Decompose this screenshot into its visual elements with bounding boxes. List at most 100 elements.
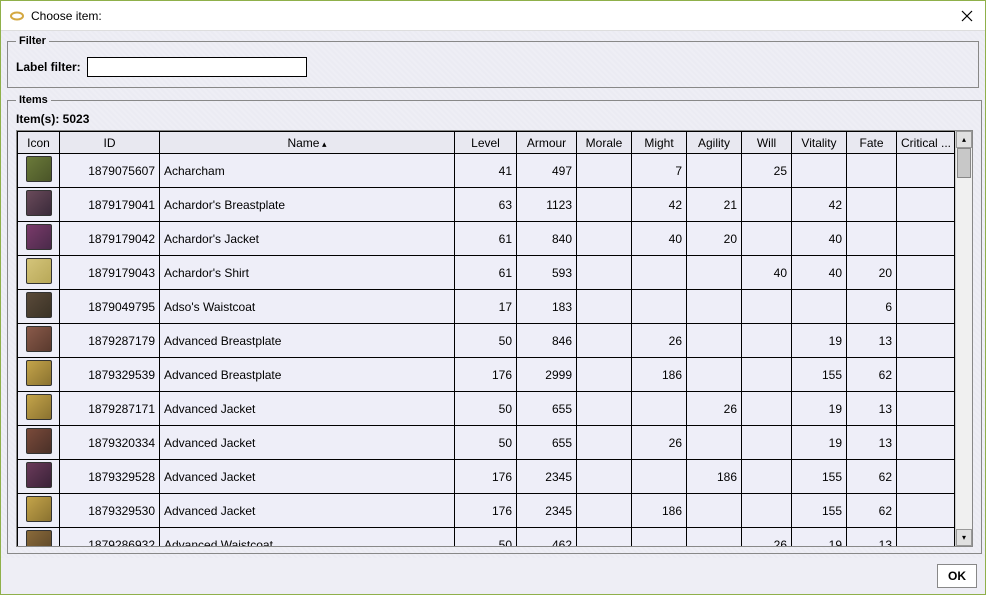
cell-name: Advanced Breastplate	[160, 324, 455, 358]
table-row[interactable]: 1879287171Advanced Jacket50655261913	[18, 392, 955, 426]
column-header[interactable]: Vitality	[792, 132, 847, 154]
cell-will	[742, 188, 792, 222]
cell-vitality: 40	[792, 256, 847, 290]
column-header[interactable]: Level	[455, 132, 517, 154]
cell-critical	[897, 188, 955, 222]
cell-agility: 186	[687, 460, 742, 494]
cell-vitality: 155	[792, 460, 847, 494]
cell-will: 26	[742, 528, 792, 547]
cell-critical	[897, 256, 955, 290]
cell-morale	[577, 154, 632, 188]
table-row[interactable]: 1879286932Advanced Waistcoat50462261913	[18, 528, 955, 547]
cell-will	[742, 290, 792, 324]
cell-armour: 2345	[517, 460, 577, 494]
cell-armour: 1123	[517, 188, 577, 222]
cell-name: Advanced Jacket	[160, 392, 455, 426]
cell-will	[742, 358, 792, 392]
cell-id: 1879287171	[60, 392, 160, 426]
column-header[interactable]: ID	[60, 132, 160, 154]
column-header[interactable]: Icon	[18, 132, 60, 154]
vertical-scrollbar[interactable]: ▴ ▾	[955, 131, 972, 546]
cell-id: 1879049795	[60, 290, 160, 324]
column-header[interactable]: Might	[632, 132, 687, 154]
table-row[interactable]: 1879329530Advanced Jacket176234518615562	[18, 494, 955, 528]
scroll-down-button[interactable]: ▾	[956, 529, 972, 546]
cell-id: 1879179043	[60, 256, 160, 290]
table-row[interactable]: 1879049795Adso's Waistcoat171836	[18, 290, 955, 324]
item-icon	[26, 428, 52, 454]
item-icon-cell	[18, 188, 60, 222]
cell-agility	[687, 426, 742, 460]
cell-fate: 20	[847, 256, 897, 290]
column-header[interactable]: Fate	[847, 132, 897, 154]
items-table: IconIDNameLevelArmourMoraleMightAgilityW…	[17, 131, 955, 546]
ok-button[interactable]: OK	[937, 564, 977, 588]
column-header[interactable]: Name	[160, 132, 455, 154]
cell-morale	[577, 290, 632, 324]
label-filter-input[interactable]	[87, 57, 307, 77]
cell-might: 7	[632, 154, 687, 188]
column-header[interactable]: Critical ...	[897, 132, 955, 154]
table-row[interactable]: 1879287179Advanced Breastplate5084626191…	[18, 324, 955, 358]
item-icon	[26, 360, 52, 386]
close-icon	[961, 10, 973, 22]
item-icon	[26, 326, 52, 352]
cell-agility	[687, 528, 742, 547]
cell-id: 1879329528	[60, 460, 160, 494]
cell-morale	[577, 460, 632, 494]
cell-level: 50	[455, 324, 517, 358]
cell-fate: 13	[847, 528, 897, 547]
table-row[interactable]: 1879075607Acharcham41497725	[18, 154, 955, 188]
table-row[interactable]: 1879329528Advanced Jacket176234518615562	[18, 460, 955, 494]
table-row[interactable]: 1879179041Achardor's Breastplate63112342…	[18, 188, 955, 222]
scroll-up-button[interactable]: ▴	[956, 131, 972, 148]
item-count: Item(s): 5023	[16, 112, 973, 126]
close-button[interactable]	[957, 6, 977, 26]
cell-level: 50	[455, 392, 517, 426]
item-icon-cell	[18, 358, 60, 392]
cell-level: 176	[455, 358, 517, 392]
table-row[interactable]: 1879320334Advanced Jacket50655261913	[18, 426, 955, 460]
dialog-footer: OK	[1, 558, 985, 594]
cell-name: Advanced Waistcoat	[160, 528, 455, 547]
cell-might: 26	[632, 324, 687, 358]
column-header[interactable]: Morale	[577, 132, 632, 154]
cell-will: 40	[742, 256, 792, 290]
cell-fate: 62	[847, 358, 897, 392]
cell-id: 1879179042	[60, 222, 160, 256]
table-row[interactable]: 1879179042Achardor's Jacket61840402040	[18, 222, 955, 256]
cell-will	[742, 324, 792, 358]
cell-level: 41	[455, 154, 517, 188]
items-table-container: IconIDNameLevelArmourMoraleMightAgilityW…	[16, 130, 973, 547]
table-row[interactable]: 1879179043Achardor's Shirt61593404020	[18, 256, 955, 290]
app-icon	[9, 8, 25, 24]
cell-name: Achardor's Breastplate	[160, 188, 455, 222]
cell-armour: 2345	[517, 494, 577, 528]
cell-level: 63	[455, 188, 517, 222]
cell-critical	[897, 154, 955, 188]
items-legend: Items	[16, 94, 51, 106]
cell-might: 26	[632, 426, 687, 460]
cell-might	[632, 290, 687, 324]
column-header[interactable]: Armour	[517, 132, 577, 154]
cell-will	[742, 494, 792, 528]
scroll-track[interactable]	[956, 148, 972, 529]
cell-morale	[577, 358, 632, 392]
scroll-thumb[interactable]	[957, 148, 971, 178]
cell-level: 176	[455, 460, 517, 494]
cell-level: 50	[455, 426, 517, 460]
cell-vitality	[792, 154, 847, 188]
item-icon-cell	[18, 460, 60, 494]
table-row[interactable]: 1879329539Advanced Breastplate1762999186…	[18, 358, 955, 392]
cell-might	[632, 528, 687, 547]
cell-morale	[577, 256, 632, 290]
cell-id: 1879329530	[60, 494, 160, 528]
titlebar: Choose item:	[1, 1, 985, 31]
cell-agility: 20	[687, 222, 742, 256]
column-header[interactable]: Agility	[687, 132, 742, 154]
cell-name: Achardor's Shirt	[160, 256, 455, 290]
column-header[interactable]: Will	[742, 132, 792, 154]
cell-vitality: 155	[792, 358, 847, 392]
item-icon-cell	[18, 392, 60, 426]
cell-vitality: 155	[792, 494, 847, 528]
